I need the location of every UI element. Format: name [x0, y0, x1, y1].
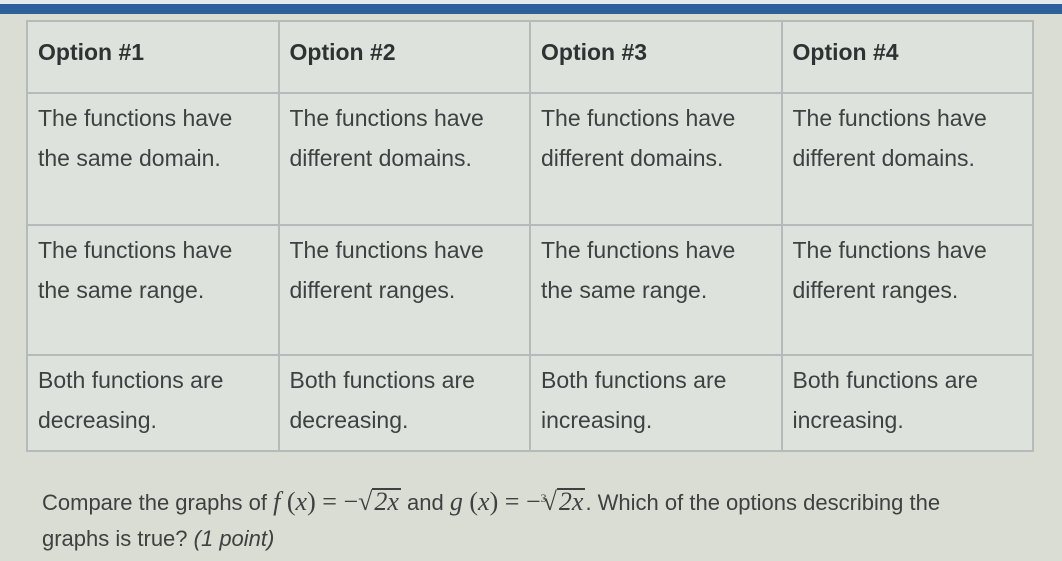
- g-sign: −: [525, 487, 541, 516]
- g-variable: x: [478, 487, 490, 516]
- g-radicand: 2x: [556, 487, 586, 516]
- options-table: Option #1 Option #2 Option #3 Option #4 …: [26, 20, 1034, 452]
- cell-option-1-range: The functions have the same range.: [26, 224, 280, 356]
- question-connector: and: [400, 490, 450, 515]
- header-option-3: Option #3: [529, 20, 783, 94]
- f-radicand: 2x: [372, 487, 401, 516]
- cell-option-4-range: The functions have different ranges.: [780, 224, 1034, 356]
- header-bar: [0, 4, 1062, 14]
- g-name: g: [449, 487, 463, 516]
- g-equals: =: [504, 487, 520, 516]
- cell-option-2-behavior: Both functions are decreasing.: [277, 354, 531, 452]
- cell-option-3-behavior: Both functions are increasing.: [529, 354, 783, 452]
- cell-option-1-behavior: Both functions are decreasing.: [26, 354, 280, 452]
- function-f: f (x) = −√2x: [273, 487, 401, 516]
- f-equals: =: [322, 487, 337, 516]
- question-intro: Compare the graphs of: [42, 490, 274, 515]
- f-variable: x: [295, 487, 308, 516]
- table-header-row: Option #1 Option #2 Option #3 Option #4: [26, 20, 1034, 94]
- cell-option-4-behavior: Both functions are increasing.: [780, 354, 1034, 452]
- cell-option-2-range: The functions have different ranges.: [277, 224, 531, 356]
- header-option-4: Option #4: [780, 20, 1034, 94]
- points-label: (1 point): [193, 526, 275, 551]
- cell-option-3-range: The functions have the same range.: [529, 224, 783, 356]
- cell-option-1-domain: The functions have the same domain.: [26, 92, 280, 226]
- header-option-1: Option #1: [26, 20, 280, 94]
- table-row-range: The functions have the same range. The f…: [26, 224, 1034, 356]
- question-text: Compare the graphs of f (x) = −√2x and g…: [42, 484, 1002, 557]
- function-g: g (x) = −3√2x: [449, 487, 586, 516]
- g-root-index: 3: [540, 491, 547, 505]
- header-option-2: Option #2: [277, 20, 531, 94]
- table-row-behavior: Both functions are decreasing. Both func…: [26, 354, 1034, 452]
- f-sign: −: [343, 487, 359, 516]
- table-row-domain: The functions have the same domain. The …: [26, 92, 1034, 226]
- cell-option-3-domain: The functions have different domains.: [529, 92, 783, 226]
- cell-option-4-domain: The functions have different domains.: [780, 92, 1034, 226]
- cell-option-2-domain: The functions have different domains.: [277, 92, 531, 226]
